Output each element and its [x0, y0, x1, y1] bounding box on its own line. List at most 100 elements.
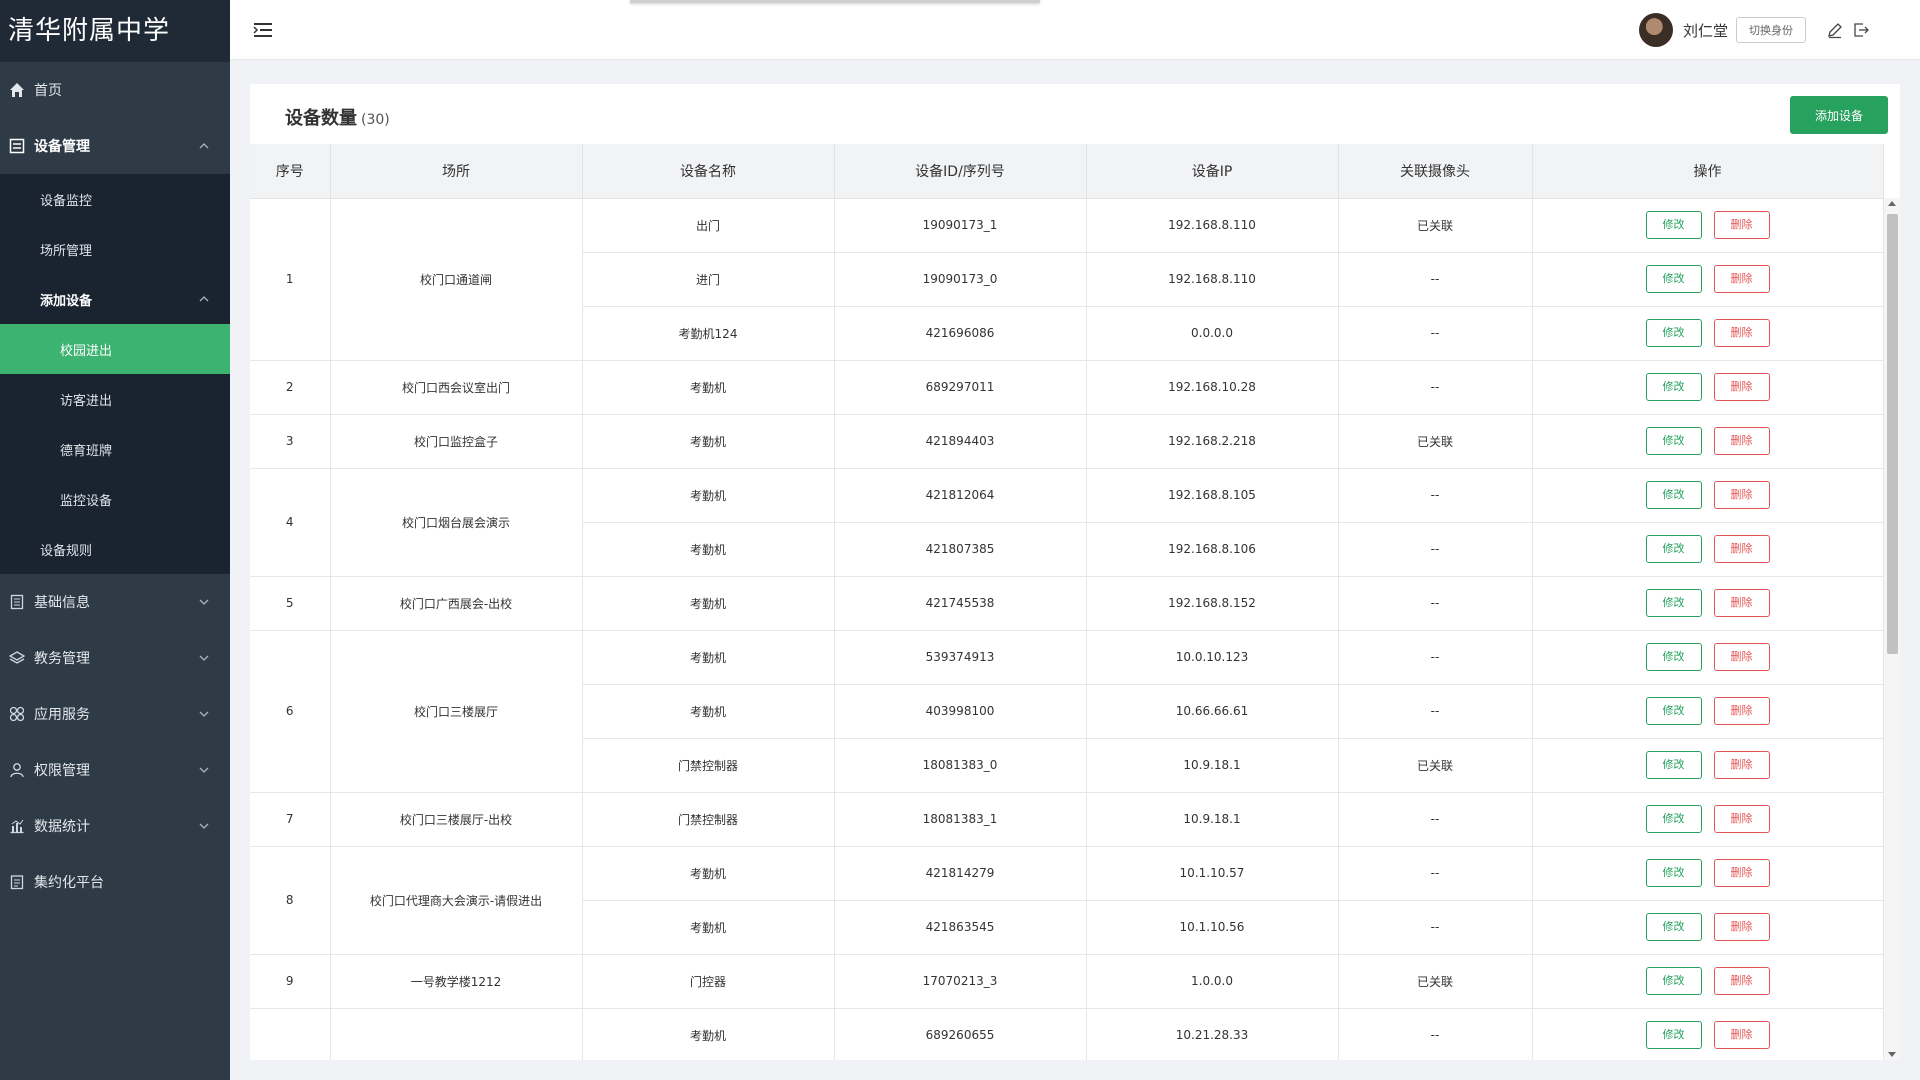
cell-camera: 已关联	[1338, 414, 1533, 469]
sidebar-item-label: 首页	[34, 83, 62, 99]
edit-button[interactable]: 修改	[1645, 211, 1702, 239]
table-row: 4 校门口烟台展会演示 考勤机 421812064 192.168.8.105 -- 修改删…	[250, 468, 1884, 577]
delete-button[interactable]: 删除	[1713, 967, 1770, 995]
cell-camera: --	[1338, 306, 1533, 361]
device-table: 序号 场所 设备名称 设备ID/序列号 设备IP 关联摄像头 操作 1 校门口通道…	[250, 144, 1884, 1060]
cell-name: 考勤机	[582, 1008, 835, 1060]
cell-actions: 修改 删除	[1532, 306, 1884, 361]
edit-button[interactable]: 修改	[1645, 805, 1702, 833]
sidebar-item-venue-mgmt[interactable]: 场所管理	[0, 224, 230, 274]
table-row: 6 校门口三楼展厅 考勤机 539374913 10.0.10.123 -- 修改 删除	[250, 630, 1884, 793]
edit-button[interactable]: 修改	[1645, 643, 1702, 671]
menu-toggle-icon[interactable]	[252, 20, 274, 40]
sidebar-item-home[interactable]: 首页	[0, 62, 230, 118]
cell-name: 考勤机	[582, 360, 835, 415]
sidebar-item-device-mgmt[interactable]: 设备管理	[0, 118, 230, 174]
user-area: 刘仁堂 切换身份	[1638, 12, 1870, 48]
delete-button[interactable]: 删除	[1713, 481, 1770, 509]
sidebar-item-add-device[interactable]: 添加设备	[0, 274, 230, 324]
edit-button[interactable]: 修改	[1645, 319, 1702, 347]
sidebar-item-label: 权限管理	[34, 763, 90, 779]
add-device-button[interactable]: 添加设备	[1790, 96, 1888, 134]
sidebar-item-moral-board[interactable]: 德育班牌	[0, 424, 230, 474]
edit-button[interactable]: 修改	[1645, 913, 1702, 941]
edit-button[interactable]: 修改	[1645, 589, 1702, 617]
sidebar-item-permission-mgmt[interactable]: 权限管理	[0, 742, 230, 798]
delete-button[interactable]: 删除	[1713, 535, 1770, 563]
delete-button[interactable]: 删除	[1713, 643, 1770, 671]
cell-ip: 10.1.10.56	[1086, 900, 1339, 955]
delete-button[interactable]: 删除	[1713, 1021, 1770, 1049]
delete-button[interactable]: 删除	[1713, 859, 1770, 887]
cell-no: 8	[250, 846, 331, 955]
cell-camera: --	[1338, 900, 1533, 955]
edit-button[interactable]: 修改	[1645, 427, 1702, 455]
edit-button[interactable]: 修改	[1645, 1021, 1702, 1049]
switch-identity-button[interactable]: 切换身份	[1736, 17, 1806, 43]
cell-actions: 修改 删除	[1532, 846, 1884, 901]
delete-button[interactable]: 删除	[1713, 805, 1770, 833]
chevron-up-icon	[199, 143, 209, 149]
cell-id: 17070213_3	[834, 954, 1087, 1009]
chevron-down-icon	[199, 823, 209, 829]
vertical-scrollbar[interactable]	[1883, 198, 1900, 1060]
logout-icon[interactable]	[1852, 21, 1870, 39]
sidebar-item-basic-info[interactable]: 基础信息	[0, 574, 230, 630]
sidebar-item-monitor-device[interactable]: 监控设备	[0, 474, 230, 524]
cell-camera: --	[1338, 1008, 1533, 1060]
edit-button[interactable]: 修改	[1645, 859, 1702, 887]
sidebar-item-device-rules[interactable]: 设备规则	[0, 524, 230, 574]
home-icon	[8, 81, 26, 99]
delete-button[interactable]: 删除	[1713, 427, 1770, 455]
edit-button[interactable]: 修改	[1645, 373, 1702, 401]
edit-button[interactable]: 修改	[1645, 697, 1702, 725]
cell-ip: 192.168.8.110	[1086, 252, 1339, 307]
sidebar-item-app-services[interactable]: 应用服务	[0, 686, 230, 742]
sidebar-item-label: 场所管理	[40, 243, 93, 259]
cell-actions: 修改 删除	[1532, 954, 1884, 1009]
edit-icon[interactable]	[1826, 21, 1844, 39]
table-row: 7 校门口三楼展厅-出校 门禁控制器 18081383_1 10.9.18.1 -- 修改删…	[250, 792, 1884, 847]
edit-button[interactable]: 修改	[1645, 265, 1702, 293]
sidebar-item-campus-in-out[interactable]: 校园进出	[0, 324, 230, 374]
sidebar-item-label: 教务管理	[34, 651, 90, 667]
document-icon	[8, 593, 26, 611]
cell-name: 出门	[582, 198, 835, 253]
avatar[interactable]	[1638, 13, 1673, 47]
cell-no	[250, 1008, 331, 1060]
delete-button[interactable]: 删除	[1713, 697, 1770, 725]
edit-button[interactable]: 修改	[1645, 967, 1702, 995]
column-header: 关联摄像头	[1338, 144, 1533, 199]
delete-button[interactable]: 删除	[1713, 211, 1770, 239]
sidebar-item-visitor-in-out[interactable]: 访客进出	[0, 374, 230, 424]
device-mgmt-submenu: 设备监控 场所管理 添加设备 校园进出 访客进出 德育班牌 监控设备 设备规则	[0, 174, 230, 574]
delete-button[interactable]: 删除	[1713, 319, 1770, 347]
sidebar-item-data-stats[interactable]: 数据统计	[0, 798, 230, 854]
delete-button[interactable]: 删除	[1713, 913, 1770, 941]
title-text: 设备数量	[285, 108, 357, 129]
scrollbar-thumb[interactable]	[1887, 214, 1898, 654]
sidebar-item-device-monitor[interactable]: 设备监控	[0, 174, 230, 224]
column-header: 设备ID/序列号	[834, 144, 1087, 199]
layers-icon	[8, 649, 26, 667]
edit-button[interactable]: 修改	[1645, 751, 1702, 779]
delete-button[interactable]: 删除	[1713, 589, 1770, 617]
delete-button[interactable]: 删除	[1713, 751, 1770, 779]
edit-button[interactable]: 修改	[1645, 481, 1702, 509]
top-bar: 刘仁堂 切换身份	[230, 0, 1920, 60]
delete-button[interactable]: 删除	[1713, 373, 1770, 401]
scroll-down-icon[interactable]	[1888, 1052, 1896, 1057]
dropdown-shadow	[630, 0, 1040, 3]
scroll-up-icon[interactable]	[1888, 201, 1896, 206]
sidebar-item-intensive-platform[interactable]: 集约化平台	[0, 854, 230, 910]
chevron-up-icon	[199, 296, 209, 302]
cell-ip: 10.21.28.33	[1086, 1008, 1339, 1060]
cell-venue	[330, 1008, 583, 1060]
sidebar-item-academic-mgmt[interactable]: 教务管理	[0, 630, 230, 686]
delete-button[interactable]: 删除	[1713, 265, 1770, 293]
cell-name: 考勤机	[582, 900, 835, 955]
cell-camera: --	[1338, 360, 1533, 415]
cell-ip: 192.168.2.218	[1086, 414, 1339, 469]
edit-button[interactable]: 修改	[1645, 535, 1702, 563]
cell-ip: 10.0.10.123	[1086, 630, 1339, 685]
